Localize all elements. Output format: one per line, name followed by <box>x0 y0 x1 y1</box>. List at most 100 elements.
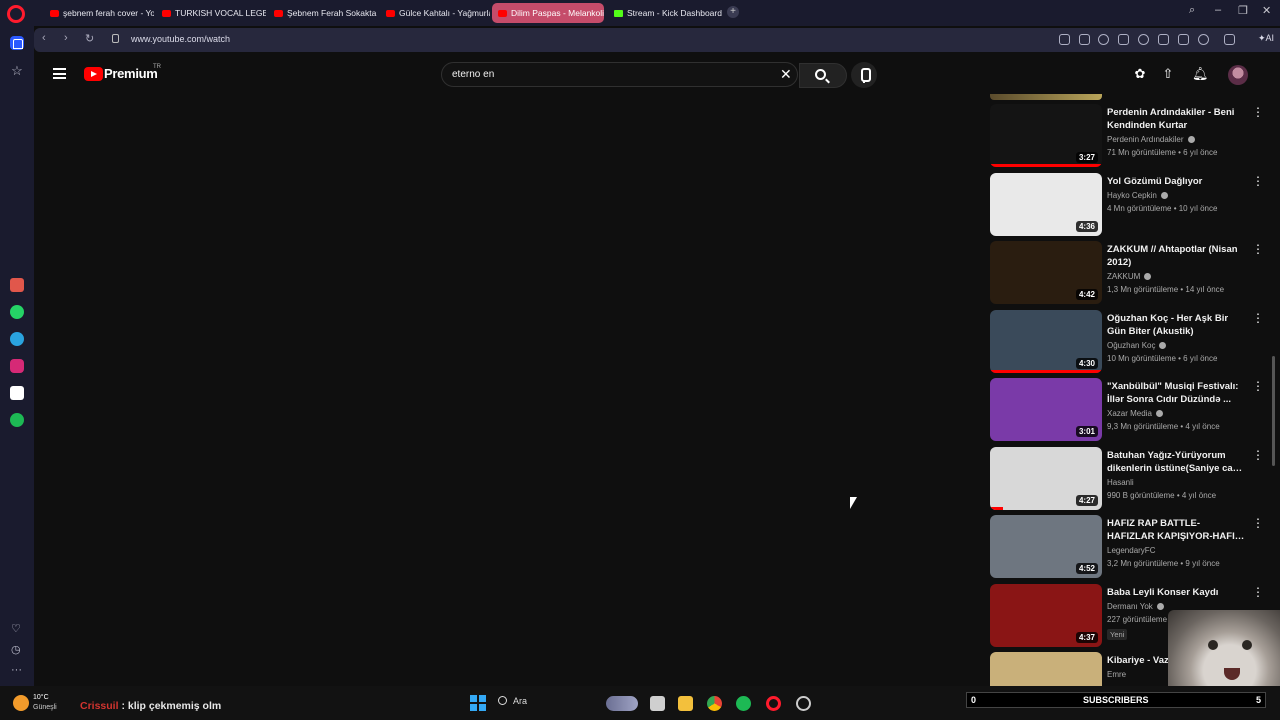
profile-icon[interactable] <box>1198 34 1209 45</box>
video-thumbnail[interactable]: 4:37 <box>990 583 1102 647</box>
more-actions-icon[interactable]: ⋮ <box>1252 380 1264 398</box>
recommendation-item[interactable]: 4:27 Batuhan Yağız-Yürüyorum dikenlerin ü… <box>990 446 1274 511</box>
x-twitter-icon[interactable] <box>10 386 24 400</box>
channel-name[interactable]: Hasanli <box>1107 478 1134 487</box>
channel-name[interactable]: Dermanı Yok <box>1107 602 1153 611</box>
new-tab-button[interactable]: + <box>727 6 739 18</box>
gmail-icon[interactable] <box>10 278 24 292</box>
video-thumbnail[interactable]: 3:27 <box>990 104 1102 167</box>
channel-name[interactable]: ZAKKUM <box>1107 272 1140 281</box>
more-actions-icon[interactable]: ⋮ <box>1252 517 1264 535</box>
menu-icon[interactable] <box>1178 34 1189 45</box>
video-title[interactable]: "Xanbülbül" Musiqi Festivalı: İllər Sonr… <box>1107 380 1247 406</box>
video-title[interactable]: Batuhan Yağız-Yürüyorum dikenlerin üstün… <box>1107 449 1247 475</box>
recommendation-item[interactable]: 3:01 "Xanbülbül" Musiqi Festivalı: İllər … <box>990 378 1274 442</box>
search-input[interactable] <box>452 69 752 80</box>
browser-tab[interactable]: Şebnem Ferah Sokakta Şa <box>268 3 378 23</box>
star-icon[interactable]: ☆ <box>10 64 24 78</box>
maximize-button[interactable]: ❐ <box>1238 4 1248 17</box>
more-icon[interactable]: ··· <box>11 664 22 676</box>
channel-name[interactable]: LegendaryFC <box>1107 546 1155 555</box>
voice-search-button[interactable] <box>851 62 877 88</box>
recommendation-item[interactable]: 4:42 ZAKKUM // Ahtapotlar (Nisan 2012) ZAK… <box>990 241 1274 305</box>
more-actions-icon[interactable]: ⋮ <box>1252 175 1264 193</box>
weather-temperature[interactable]: 10°C <box>33 694 49 701</box>
heart-icon[interactable] <box>1138 34 1149 45</box>
url-field[interactable]: www.youtube.com/watch <box>131 34 230 44</box>
channel-name[interactable]: Perdenin Ardındakiler <box>1107 135 1184 144</box>
browser-tab[interactable]: Stream - Kick Dashboard <box>608 3 722 23</box>
recommendation-item[interactable]: 3:27 Perdenin Ardındakiler - Beni Kendind… <box>990 104 1274 168</box>
forward-icon[interactable]: › <box>64 32 68 44</box>
youtube-logo-icon[interactable] <box>84 67 103 81</box>
video-title[interactable]: Yol Gözümü Dağlıyor <box>1107 175 1247 188</box>
opera-gx-icon[interactable] <box>766 696 781 711</box>
notifications-bell-icon[interactable]: 🔔︎ <box>1192 66 1209 82</box>
channel-name[interactable]: Hayko Cepkin <box>1107 191 1157 200</box>
instagram-icon[interactable] <box>10 359 24 373</box>
menu-hamburger-icon[interactable] <box>53 68 66 79</box>
recommendation-item[interactable]: 4:52 HAFIZ RAP BATTLE-HAFIZLAR KAPIŞIYOR-… <box>990 515 1274 579</box>
taskbar-search[interactable]: Ara <box>498 696 527 706</box>
aria-ai-button[interactable]: ✦AI <box>1258 33 1274 44</box>
weather-sun-icon[interactable] <box>13 695 29 711</box>
video-title[interactable]: Perdenin Ardındakiler - Beni Kendinden K… <box>1107 106 1247 132</box>
shield-icon[interactable] <box>1098 34 1109 45</box>
video-title[interactable]: HAFIZ RAP BATTLE-HAFIZLAR KAPIŞIYOR-HAFI… <box>1107 517 1247 543</box>
video-thumbnail[interactable]: 4:42 <box>990 241 1102 304</box>
windows-start-icon[interactable] <box>470 695 486 711</box>
weather-condition[interactable]: Güneşli <box>33 704 57 711</box>
video-thumbnail[interactable]: 4:52 <box>990 515 1102 578</box>
camera-icon[interactable] <box>1079 34 1090 45</box>
extensions-icon[interactable] <box>1224 34 1235 45</box>
telegram-icon[interactable] <box>10 332 24 346</box>
chrome-icon[interactable] <box>707 696 722 711</box>
video-thumbnail[interactable]: 4:36 <box>990 172 1102 236</box>
more-actions-icon[interactable]: ⋮ <box>1252 449 1264 467</box>
steam-icon[interactable] <box>796 696 811 711</box>
avatar[interactable] <box>1228 65 1248 85</box>
task-view-icon[interactable] <box>650 696 665 711</box>
browser-tab[interactable]: TURKISH VOCAL LEGEND <box>156 3 266 23</box>
browser-tab[interactable]: şebnem ferah cover - You <box>44 3 154 23</box>
video-title[interactable]: Baba Leyli Konser Kaydı <box>1107 586 1247 599</box>
video-thumbnail[interactable]: 4:30 <box>990 309 1102 373</box>
video-thumbnail[interactable]: 4:27 <box>990 446 1102 510</box>
search-button[interactable] <box>799 63 847 88</box>
more-actions-icon[interactable]: ⋮ <box>1252 586 1264 604</box>
clear-search-icon[interactable]: ✕ <box>780 67 792 81</box>
channel-name[interactable]: Emre <box>1107 670 1126 679</box>
browser-tab[interactable]: Gülce Kahtalı - Yağmurlar <box>380 3 490 23</box>
download-icon[interactable] <box>1158 34 1169 45</box>
widget-thumbnail-icon[interactable] <box>606 696 638 711</box>
back-icon[interactable]: ‹ <box>42 32 46 44</box>
history-icon[interactable]: ◷ <box>11 643 21 656</box>
more-actions-icon[interactable]: ⋮ <box>1252 243 1264 261</box>
reload-icon[interactable]: ↻ <box>85 32 94 45</box>
channel-name[interactable]: Oğuzhan Koç <box>1107 341 1155 350</box>
home-icon[interactable] <box>10 36 24 50</box>
create-icon[interactable]: ✿ <box>1132 66 1148 82</box>
heart-icon[interactable]: ♡ <box>11 622 21 635</box>
video-title[interactable]: ZAKKUM // Ahtapotlar (Nisan 2012) <box>1107 243 1247 269</box>
recommendation-item[interactable]: 4:36 Yol Gözümü Dağlıyor Hayko Cepkin 4 Mn … <box>990 172 1274 237</box>
close-window-button[interactable]: ✕ <box>1262 4 1271 17</box>
recommendation-item[interactable]: 4:30 Oğuzhan Koç - Her Aşk Bir Gün Biter … <box>990 309 1274 374</box>
youtube-brand[interactable]: Premium <box>104 66 158 81</box>
player-icon[interactable] <box>1118 34 1129 45</box>
more-actions-icon[interactable]: ⋮ <box>1252 106 1264 124</box>
minimize-button[interactable]: – <box>1215 4 1221 16</box>
search-tabs-icon[interactable]: ⌕ <box>1189 4 1195 17</box>
partial-video-thumbnail[interactable] <box>990 94 1102 100</box>
page-scrollbar[interactable] <box>1272 356 1275 466</box>
upload-icon[interactable]: ⇧ <box>1160 66 1176 82</box>
share-icon[interactable] <box>1059 34 1070 45</box>
browser-tab-active[interactable]: Dilim Paspas - Melankolik <box>492 3 604 23</box>
spotify-icon[interactable] <box>10 413 24 427</box>
spotify-icon[interactable] <box>736 696 751 711</box>
channel-name[interactable]: Xazar Media <box>1107 409 1152 418</box>
file-explorer-icon[interactable] <box>678 696 693 711</box>
video-thumbnail[interactable]: 3:01 <box>990 378 1102 441</box>
video-thumbnail[interactable] <box>990 652 1102 686</box>
opera-logo-icon[interactable] <box>7 5 25 23</box>
